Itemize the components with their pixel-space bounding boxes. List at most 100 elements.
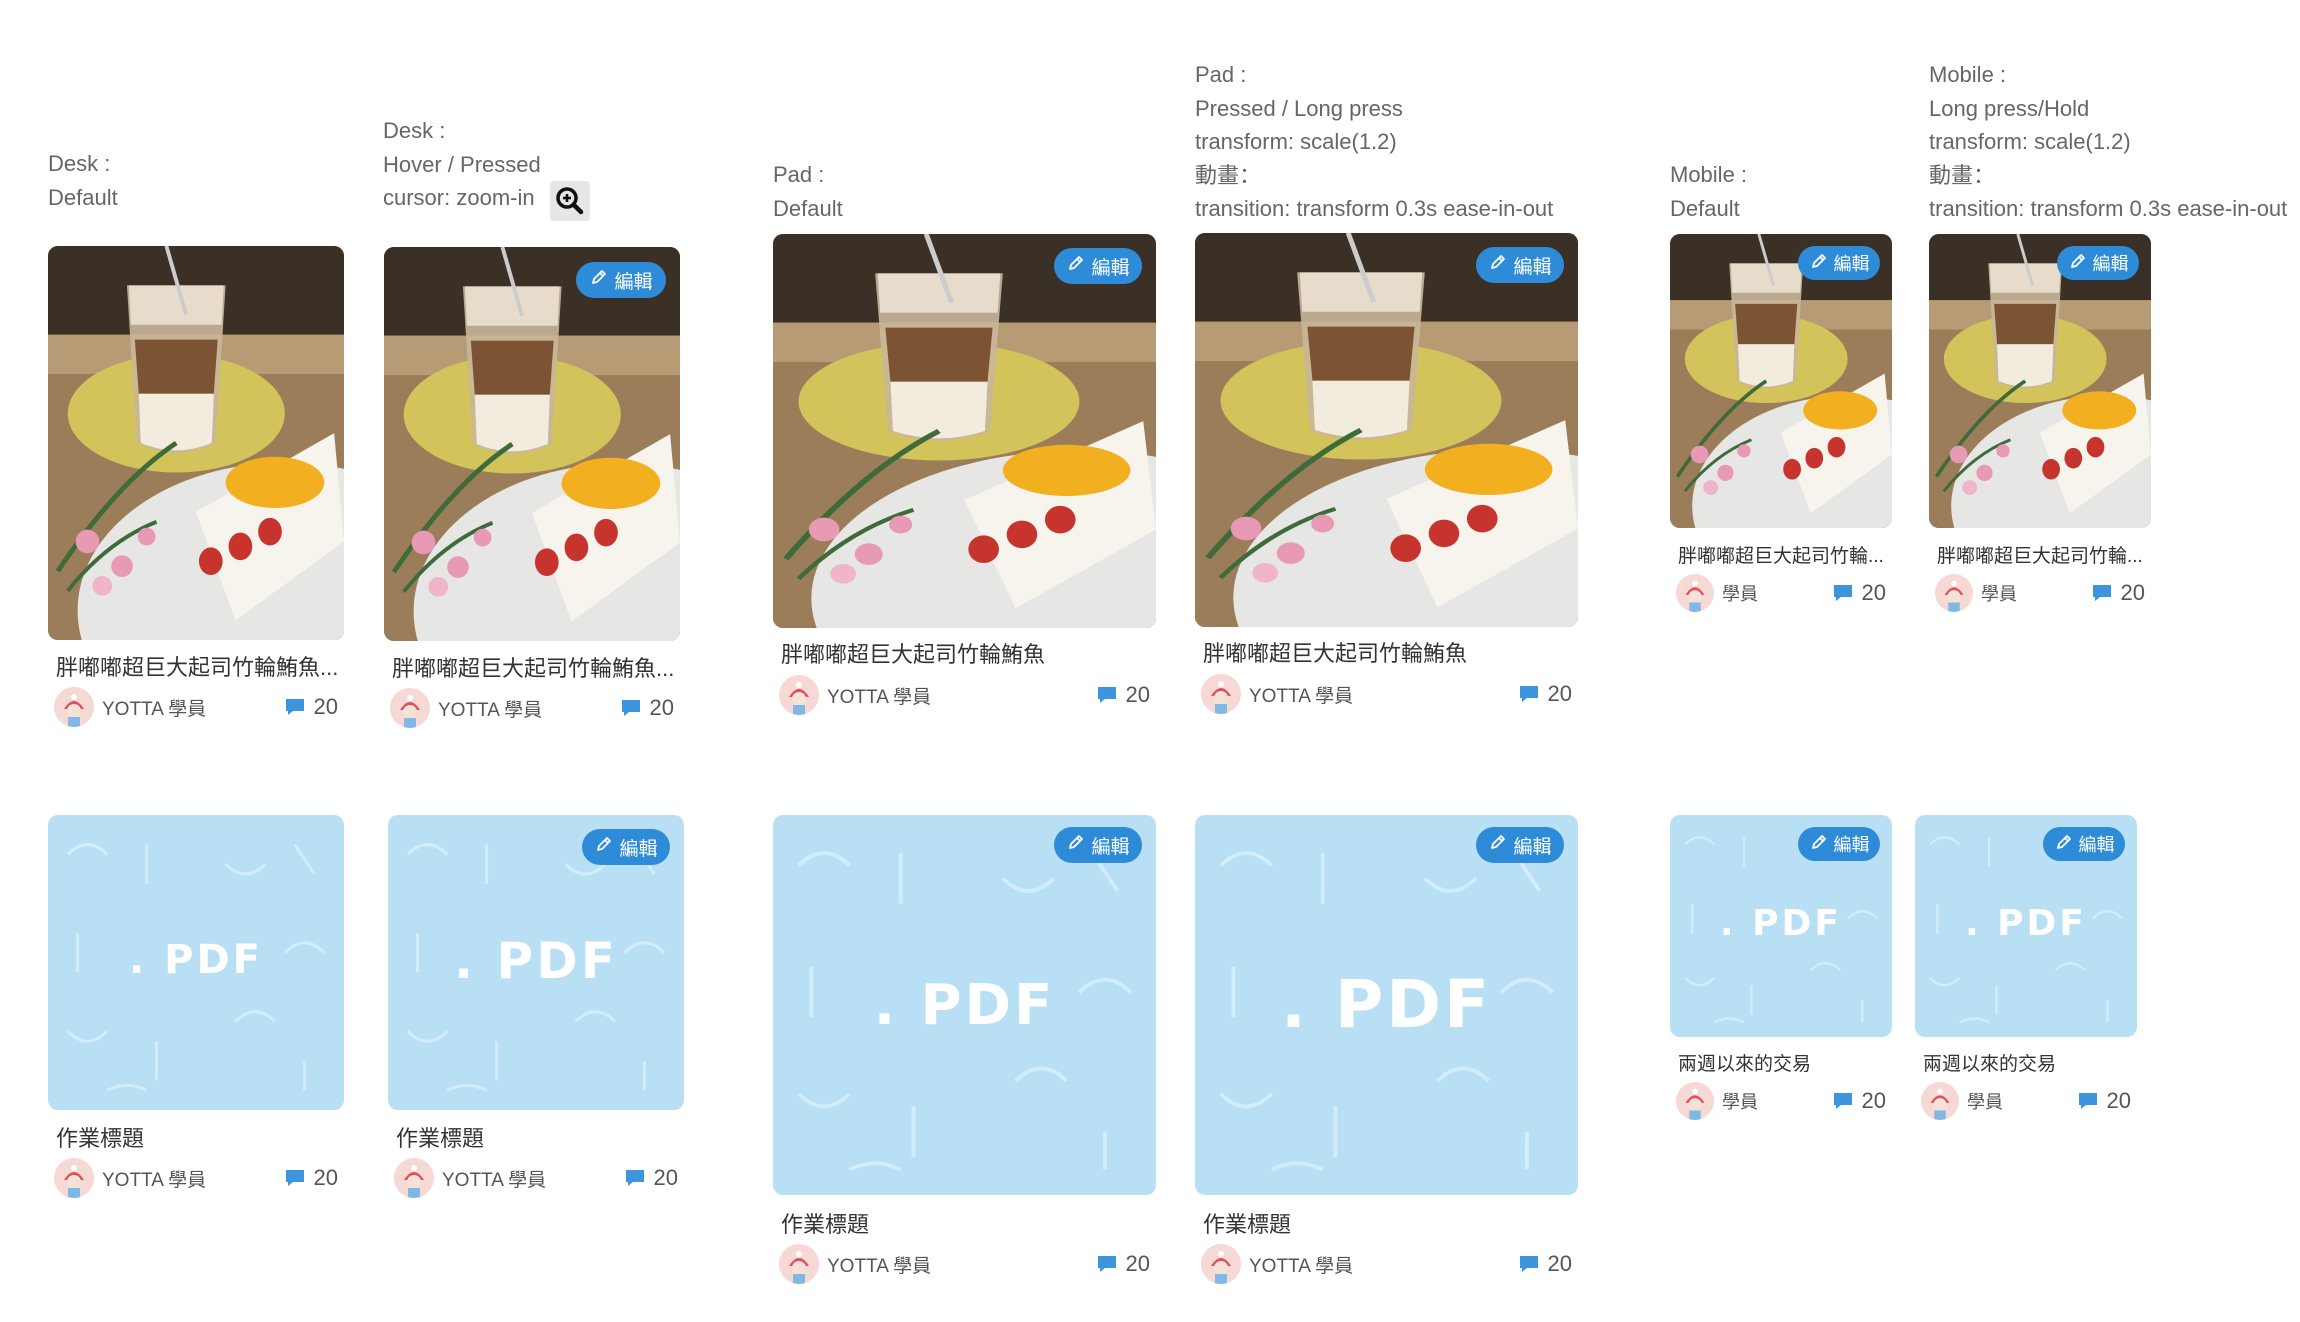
card-title: 作業標題 bbox=[781, 1212, 870, 1237]
avatar bbox=[1676, 1082, 1714, 1120]
pdf-label: . PDF bbox=[1719, 903, 1843, 944]
note-mobile-hold: Mobile : Long press/Hold transform: scal… bbox=[1929, 62, 2288, 221]
card-title: 胖嘟嘟超巨大起司竹輪鮪魚... bbox=[392, 656, 675, 681]
avatar bbox=[779, 675, 819, 715]
comment-bubble-icon bbox=[1518, 1254, 1540, 1274]
avatar bbox=[779, 1244, 819, 1284]
comment-count[interactable]: 20 bbox=[1096, 682, 1150, 708]
pencil-icon bbox=[1488, 832, 1508, 858]
comment-count[interactable]: 20 bbox=[1832, 580, 1886, 606]
pdf-label: . PDF bbox=[1964, 903, 2088, 944]
author-name: YOTTA 學員 bbox=[1249, 1255, 1354, 1277]
note-desk-hover: Desk : Hover / Pressed cursor: zoom-in bbox=[383, 118, 541, 210]
author-name: YOTTA 學員 bbox=[442, 1169, 547, 1191]
pencil-icon bbox=[1488, 252, 1508, 278]
author-name: YOTTA 學員 bbox=[1249, 685, 1354, 707]
avatar bbox=[54, 1158, 94, 1198]
pencil-icon bbox=[589, 267, 609, 293]
pdf-thumbnail[interactable]: . PDF bbox=[773, 815, 1156, 1195]
note-pad-default: Pad : Default bbox=[773, 162, 843, 221]
card-title: 兩週以來的交易 bbox=[1678, 1054, 1812, 1075]
author-name: 學員 bbox=[1722, 1092, 1758, 1112]
card-meta: YOTTA 學員 20 bbox=[1201, 674, 1572, 714]
pencil-icon bbox=[1809, 832, 1829, 857]
edit-button[interactable]: 編輯 bbox=[1798, 246, 1880, 280]
edit-button[interactable]: 編輯 bbox=[1476, 247, 1564, 283]
comment-bubble-icon bbox=[2077, 1091, 2099, 1111]
card-meta: 學員 20 bbox=[1676, 1082, 1886, 1120]
edit-button[interactable]: 編輯 bbox=[1054, 827, 1142, 863]
note-mobile-default: Mobile : Default bbox=[1670, 162, 1748, 221]
card-meta: YOTTA 學員 20 bbox=[54, 687, 338, 727]
pencil-icon bbox=[594, 834, 614, 860]
author-name: YOTTA 學員 bbox=[827, 1255, 932, 1277]
comment-count[interactable]: 20 bbox=[1518, 681, 1572, 707]
card-title: 胖嘟嘟超巨大起司竹輪鮪魚 bbox=[781, 642, 1046, 667]
avatar bbox=[1935, 574, 1973, 612]
card-meta: 學員 20 bbox=[1921, 1082, 2131, 1120]
edit-button[interactable]: 編輯 bbox=[1798, 827, 1880, 861]
author-name: YOTTA 學員 bbox=[102, 698, 207, 720]
edit-button[interactable]: 編輯 bbox=[1054, 248, 1142, 284]
photo-thumbnail[interactable] bbox=[48, 246, 344, 640]
comment-count[interactable]: 20 bbox=[1832, 1088, 1886, 1114]
pdf-thumbnail[interactable]: . PDF bbox=[48, 815, 344, 1110]
pdf-thumbnail[interactable]: . PDF bbox=[1195, 815, 1578, 1195]
card-meta: YOTTA 學員 20 bbox=[394, 1158, 678, 1198]
pencil-icon bbox=[2054, 832, 2074, 857]
comment-count[interactable]: 20 bbox=[624, 1165, 678, 1191]
card-title: 作業標題 bbox=[1203, 1212, 1292, 1237]
comment-count[interactable]: 20 bbox=[284, 694, 338, 720]
card-meta: 學員 20 bbox=[1676, 574, 1886, 612]
comment-count[interactable]: 20 bbox=[2077, 1088, 2131, 1114]
author-name: YOTTA 學員 bbox=[102, 1169, 207, 1191]
pencil-icon bbox=[2068, 251, 2088, 276]
note-pad-pressed: Pad : Pressed / Long press transform: sc… bbox=[1195, 62, 1554, 221]
note-desk-default: Desk : Default bbox=[48, 151, 118, 210]
avatar bbox=[390, 688, 430, 728]
edit-button[interactable]: 編輯 bbox=[2057, 246, 2139, 280]
card-meta: YOTTA 學員 20 bbox=[779, 1244, 1150, 1284]
comment-bubble-icon bbox=[284, 1168, 306, 1188]
photo-thumbnail[interactable] bbox=[773, 234, 1156, 628]
author-name: 學員 bbox=[1981, 584, 2017, 604]
comment-bubble-icon bbox=[1096, 1254, 1118, 1274]
author-name: YOTTA 學員 bbox=[827, 686, 932, 708]
edit-button[interactable]: 編輯 bbox=[1476, 827, 1564, 863]
pdf-label: . PDF bbox=[873, 973, 1056, 1038]
avatar bbox=[394, 1158, 434, 1198]
card-meta: YOTTA 學員 20 bbox=[1201, 1244, 1572, 1284]
photo-thumbnail[interactable] bbox=[1195, 233, 1578, 627]
comment-bubble-icon bbox=[284, 697, 306, 717]
card-meta: YOTTA 學員 20 bbox=[779, 675, 1150, 715]
comment-count[interactable]: 20 bbox=[284, 1165, 338, 1191]
pencil-icon bbox=[1066, 832, 1086, 858]
comment-bubble-icon bbox=[1832, 583, 1854, 603]
comment-count[interactable]: 20 bbox=[620, 695, 674, 721]
pdf-label: . PDF bbox=[1280, 966, 1493, 1043]
edit-button[interactable]: 編輯 bbox=[576, 262, 666, 298]
avatar bbox=[1201, 1244, 1241, 1284]
photo-thumbnail[interactable] bbox=[384, 247, 680, 641]
pdf-label: . PDF bbox=[454, 932, 618, 990]
comment-bubble-icon bbox=[1832, 1091, 1854, 1111]
comment-bubble-icon bbox=[1518, 684, 1540, 704]
avatar bbox=[1676, 574, 1714, 612]
edit-button[interactable]: 編輯 bbox=[2043, 827, 2125, 861]
pencil-icon bbox=[1066, 253, 1086, 279]
card-title: 作業標題 bbox=[56, 1126, 145, 1151]
avatar bbox=[54, 687, 94, 727]
avatar bbox=[1201, 674, 1241, 714]
card-title: 胖嘟嘟超巨大起司竹輪鮪魚 bbox=[1203, 641, 1468, 666]
comment-count[interactable]: 20 bbox=[1096, 1251, 1150, 1277]
comment-count[interactable]: 20 bbox=[2091, 580, 2145, 606]
comment-bubble-icon bbox=[624, 1168, 646, 1188]
card-meta: YOTTA 學員 20 bbox=[54, 1158, 338, 1198]
card-title: 胖嘟嘟超巨大起司竹輪... bbox=[1678, 546, 1884, 567]
pdf-label: . PDF bbox=[129, 937, 263, 983]
edit-button[interactable]: 編輯 bbox=[582, 829, 670, 865]
zoom-in-icon bbox=[550, 181, 590, 221]
comment-count[interactable]: 20 bbox=[1518, 1251, 1572, 1277]
comment-bubble-icon bbox=[1096, 685, 1118, 705]
card-title: 胖嘟嘟超巨大起司竹輪... bbox=[1937, 546, 2143, 567]
